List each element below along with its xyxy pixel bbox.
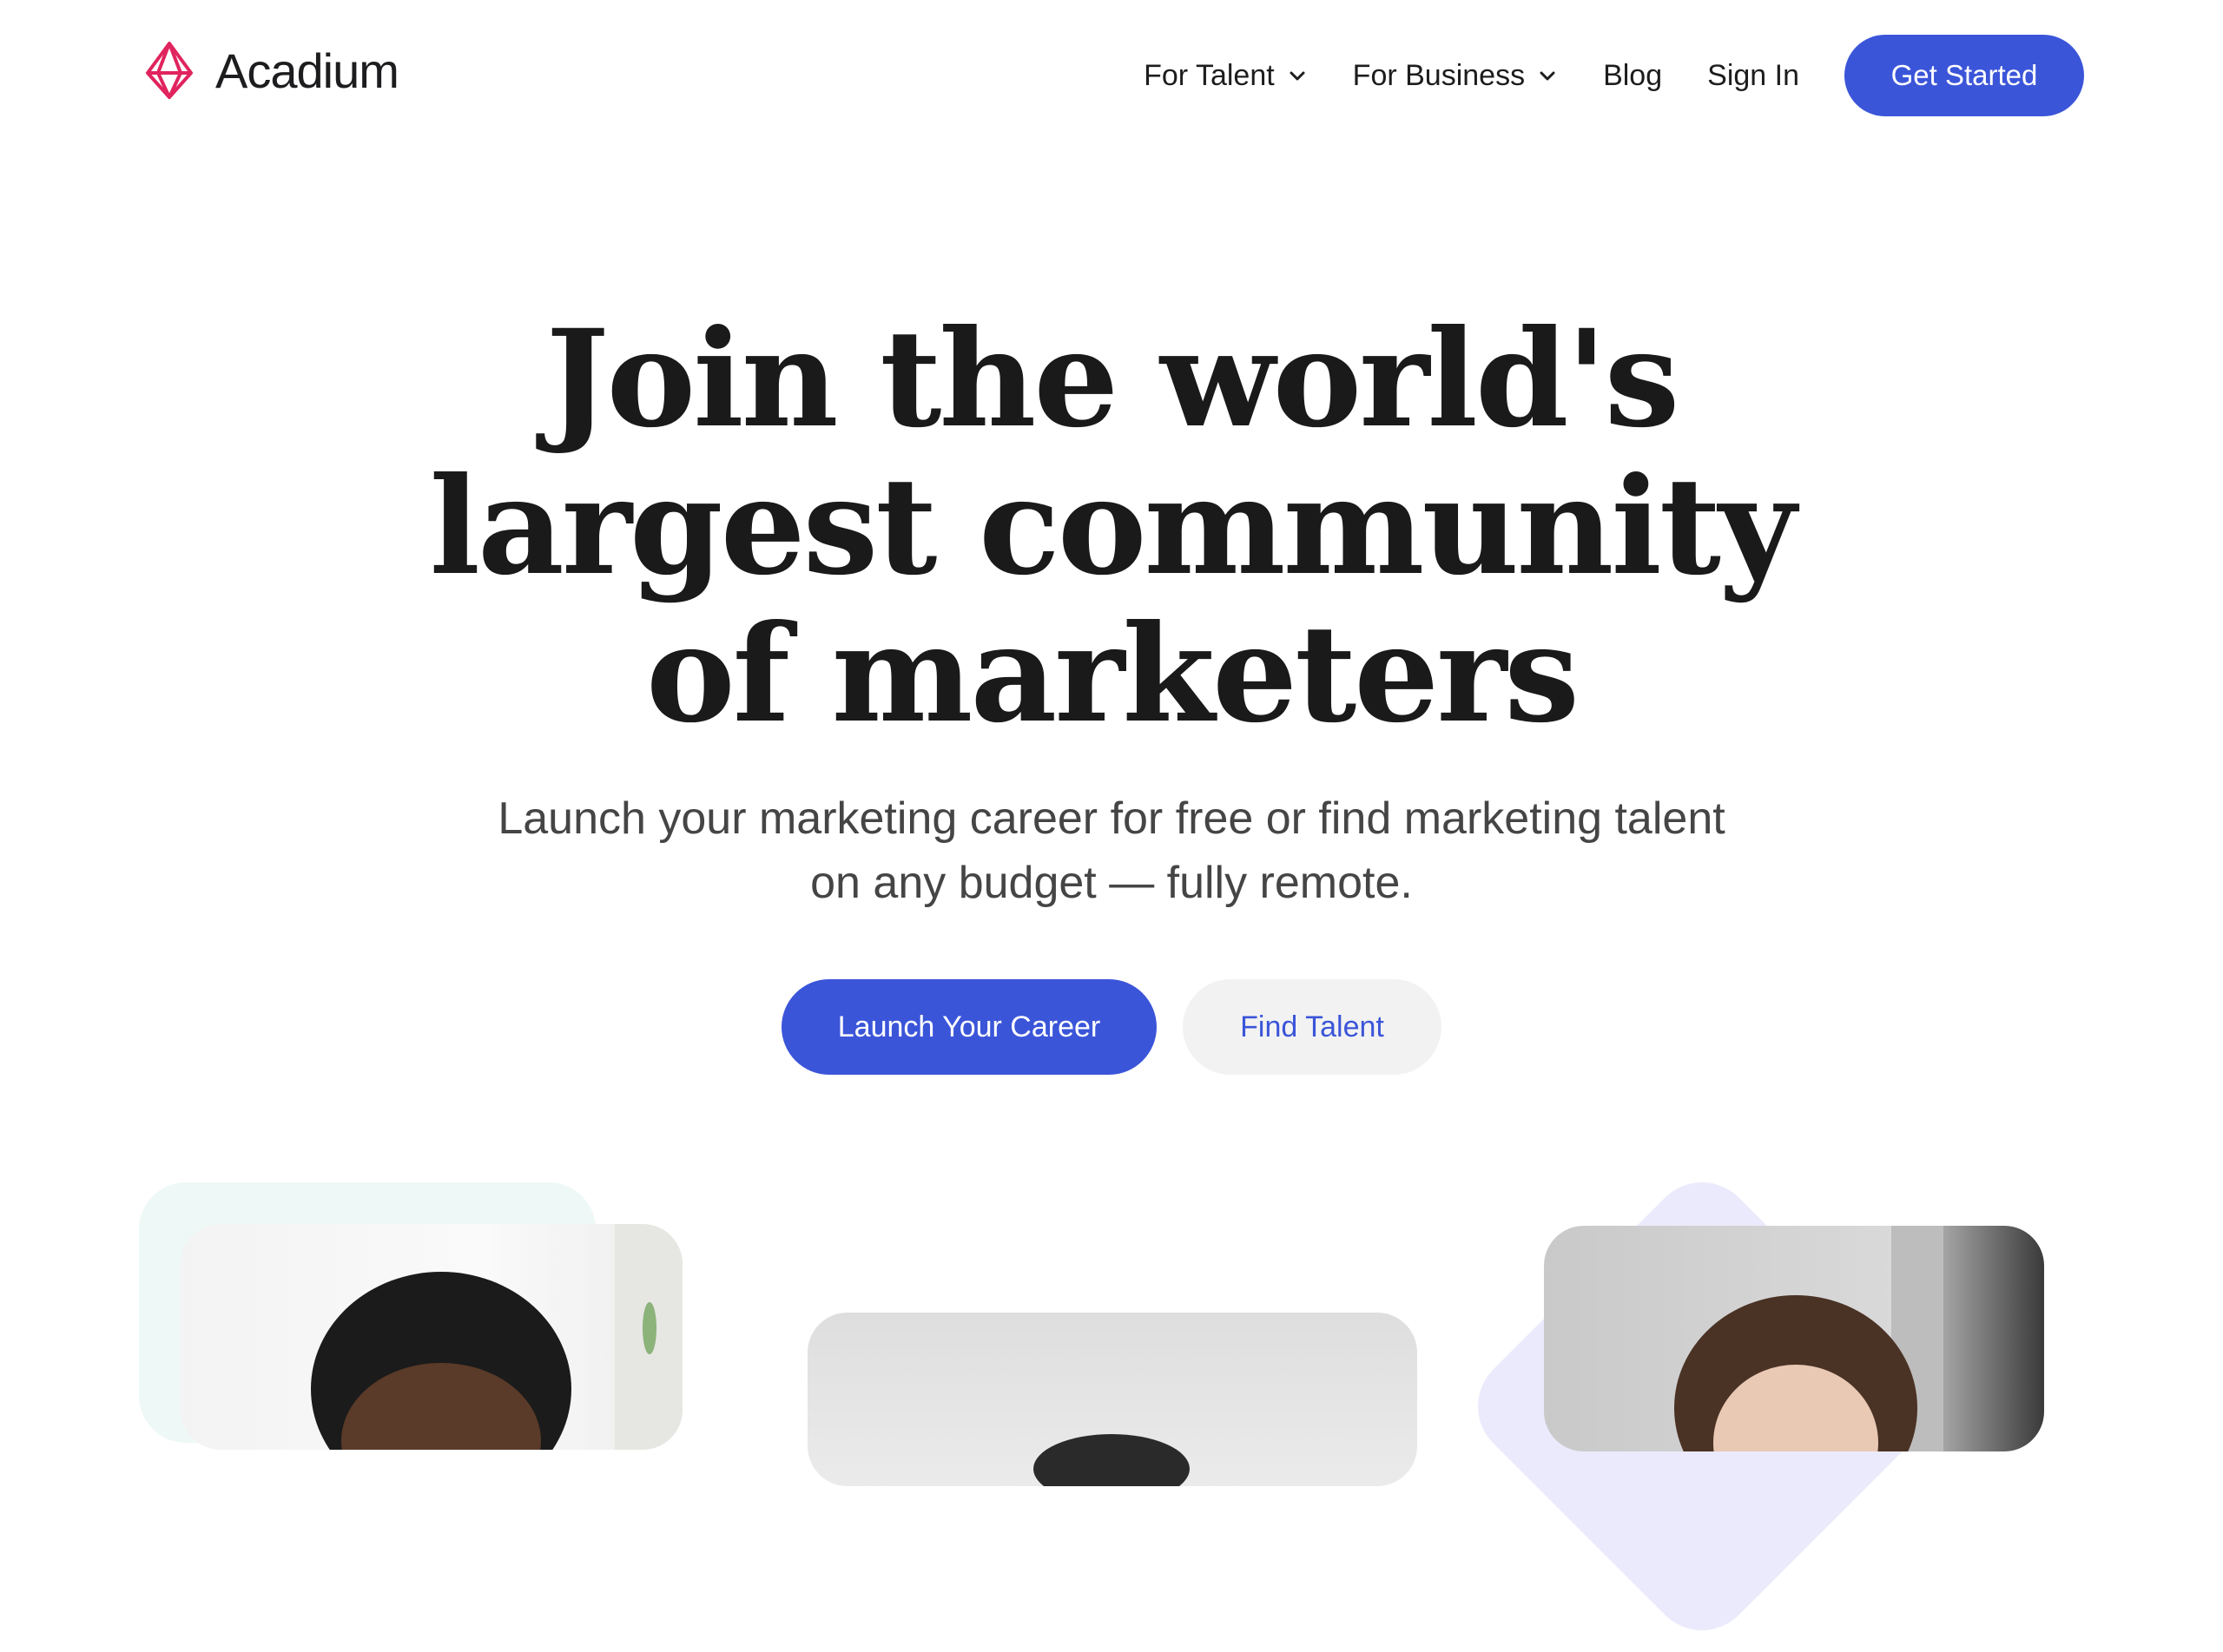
nav-for-business[interactable]: For Business [1353, 59, 1558, 93]
nav-sign-in[interactable]: Sign In [1707, 59, 1799, 93]
acadium-logo[interactable]: Acadium [139, 40, 399, 101]
chevron-down-icon [1540, 71, 1555, 81]
nav-sign-in-label: Sign In [1707, 58, 1799, 92]
acadium-logo-icon [146, 42, 193, 99]
hero-cta-row: Launch Your Career Find Talent [0, 979, 2223, 1075]
hero-title-line: Join the world's [545, 300, 1680, 457]
nav-blog-label: Blog [1603, 58, 1663, 92]
person-photo-image [311, 1224, 683, 1450]
hero-subtitle: Launch your marketing career for free or… [0, 787, 2223, 915]
hero-title-line: largest community [429, 448, 1797, 605]
hero-title-line: of marketers [645, 596, 1580, 753]
talent-photo-1 [181, 1224, 683, 1450]
hero-subtitle-line: on any budget — fully remote. [810, 858, 1413, 908]
launch-your-career-button[interactable]: Launch Your Career [782, 979, 1157, 1075]
talent-photo-2 [808, 1313, 1417, 1486]
person-photo-image [1033, 1434, 1190, 1486]
person-photo-image [1674, 1226, 1943, 1451]
nav-blog[interactable]: Blog [1603, 59, 1662, 93]
nav-for-talent-label: For Talent [1144, 58, 1275, 92]
hero-title: Join the world's largest community of ma… [0, 306, 2223, 748]
hero-subtitle-line: Launch your marketing career for free or… [498, 793, 1725, 844]
main-nav: For Talent For Business Blog Sign In Get… [1144, 35, 2084, 116]
nav-for-talent[interactable]: For Talent [1144, 59, 1308, 93]
brand-name: Acadium [215, 43, 399, 98]
get-started-button[interactable]: Get Started [1844, 35, 2084, 116]
find-talent-button[interactable]: Find Talent [1183, 979, 1441, 1075]
talent-photo-3 [1544, 1226, 2044, 1451]
nav-for-business-label: For Business [1352, 58, 1526, 92]
chevron-down-icon [1290, 71, 1305, 81]
